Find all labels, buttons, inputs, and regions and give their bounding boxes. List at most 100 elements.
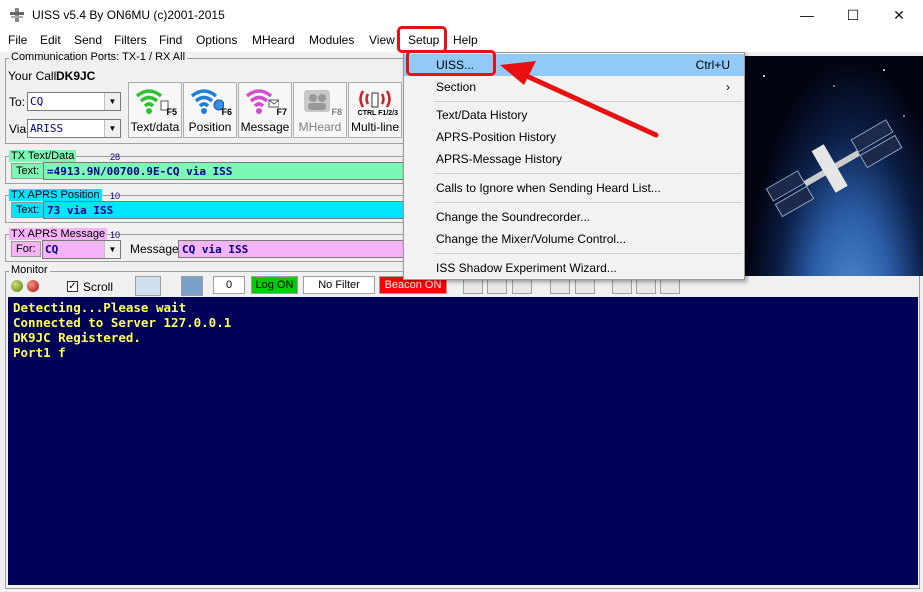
- minimize-button[interactable]: —: [784, 0, 830, 30]
- via-combo[interactable]: ARISS ▼: [27, 119, 121, 138]
- monitor-counter: 0: [213, 276, 245, 294]
- menu-separator: [434, 173, 742, 174]
- f6-key-label: F6: [221, 107, 232, 117]
- antenna-icon: [359, 90, 391, 108]
- message-button-label: Message: [240, 120, 290, 134]
- red-arrow-icon: [500, 61, 659, 138]
- to-label: To:: [9, 95, 26, 109]
- grid-icon[interactable]: [550, 278, 570, 294]
- window-title: UISS v5.4 By ON6MU (c)2001-2015: [32, 8, 225, 22]
- menu-find[interactable]: Find: [159, 33, 182, 47]
- console-line: Port1 f: [13, 345, 66, 360]
- menu-filters[interactable]: Filters: [114, 33, 147, 47]
- scroll-label: Scroll: [83, 280, 114, 294]
- menu-item-change-mixer[interactable]: Change the Mixer/Volume Control...: [404, 228, 744, 250]
- print-icon[interactable]: [660, 278, 680, 294]
- menu-edit[interactable]: Edit: [40, 33, 61, 47]
- tx-message-for-label: For:: [11, 241, 41, 257]
- panel-icon[interactable]: [575, 278, 595, 294]
- multiline-button[interactable]: CTRL F1/2/3 Multi-line: [348, 82, 402, 138]
- tx-position-label: TX APRS Position: [9, 189, 102, 201]
- save-icon[interactable]: [636, 278, 656, 294]
- no-filter-button[interactable]: No Filter: [303, 276, 375, 294]
- menu-bar: File Edit Send Filters Find Options MHea…: [0, 30, 923, 52]
- menu-help[interactable]: Help: [453, 33, 478, 47]
- menu-item-aprs-message-history[interactable]: APRS-Message History: [404, 148, 744, 170]
- menu-item-section-label: Section: [436, 80, 477, 94]
- setup-highlight-box: [397, 26, 447, 53]
- menu-modules[interactable]: Modules: [309, 33, 354, 47]
- menu-view[interactable]: View: [369, 33, 395, 47]
- tx-text-input[interactable]: =4913.9N/00700.9E-CQ via ISS: [43, 162, 405, 180]
- menu-send[interactable]: Send: [74, 33, 102, 47]
- multiline-button-label: Multi-line: [350, 120, 399, 134]
- tx-message-message-label: Message:: [130, 242, 183, 256]
- document-icon[interactable]: [512, 278, 532, 294]
- send-message-button[interactable]: F7 Message: [238, 82, 292, 138]
- console-line: Connected to Server 127.0.0.1: [13, 315, 232, 330]
- tx-position-input[interactable]: 73 via ISS: [43, 201, 405, 219]
- people-icon: [304, 90, 330, 112]
- menu-item-iss-shadow-wizard[interactable]: ISS Shadow Experiment Wizard...: [404, 257, 744, 279]
- tx-message-input[interactable]: CQ via ISS: [178, 240, 405, 258]
- f5-key-label: F5: [166, 107, 177, 117]
- scroll-checkbox[interactable]: ✓: [67, 281, 78, 292]
- menu-item-label: Calls to Ignore when Sending Heard List.…: [436, 181, 661, 195]
- your-call-label: Your Call:: [8, 69, 60, 83]
- f7-key-label: F7: [276, 107, 287, 117]
- menu-item-label: Change the Mixer/Volume Control...: [436, 232, 627, 246]
- close-button[interactable]: ✕: [876, 0, 922, 30]
- menu-item-calls-to-ignore[interactable]: Calls to Ignore when Sending Heard List.…: [404, 177, 744, 199]
- menu-options[interactable]: Options: [196, 33, 237, 47]
- space-station-icon: [763, 69, 905, 218]
- mheard-button-label: MHeard: [298, 120, 342, 134]
- menu-item-label: APRS-Message History: [436, 152, 563, 166]
- f8-key-label: F8: [331, 107, 342, 117]
- status-led-red-icon: [27, 280, 39, 292]
- binoculars-icon[interactable]: [463, 278, 483, 294]
- tx-position-field-label: Text:: [11, 202, 45, 218]
- list-icon[interactable]: [487, 278, 507, 294]
- maximize-button[interactable]: ☐: [830, 0, 876, 30]
- tx-text-field-label: Text:: [11, 163, 45, 179]
- wifi-text-icon: [135, 89, 169, 114]
- chevron-down-icon[interactable]: ▼: [104, 120, 120, 137]
- image-icon[interactable]: [181, 276, 203, 296]
- via-combo-value: ARISS: [30, 122, 64, 135]
- log-on-button[interactable]: Log ON: [251, 276, 298, 294]
- chevron-down-icon[interactable]: ▼: [104, 241, 120, 258]
- menu-item-change-soundrecorder[interactable]: Change the Soundrecorder...: [404, 206, 744, 228]
- wifi-mail-icon: [245, 89, 279, 114]
- chevron-down-icon[interactable]: ▼: [104, 93, 120, 110]
- menu-item-label: Change the Soundrecorder...: [436, 210, 591, 224]
- send-textdata-button[interactable]: F5 Text/data: [128, 82, 182, 138]
- tx-message-count: 10: [110, 230, 121, 240]
- uiss-app-icon: [10, 8, 24, 22]
- tx-text-label: TX Text/Data: [9, 150, 77, 162]
- menu-mheard[interactable]: MHeard: [252, 33, 295, 47]
- position-button-label: Position: [188, 120, 232, 134]
- wifi-globe-icon: [190, 89, 224, 114]
- tx-message-for-combo[interactable]: CQ ▼: [42, 240, 121, 259]
- chevron-right-icon: ›: [726, 80, 730, 94]
- console-line: Detecting...Please wait: [13, 300, 187, 315]
- textdata-button-label: Text/data: [130, 120, 180, 134]
- ctrl-key-label: CTRL F1/2/3: [357, 110, 398, 117]
- folder-icon[interactable]: [612, 278, 632, 294]
- monitor-console[interactable]: Detecting...Please wait Connected to Ser…: [8, 297, 918, 585]
- uiss-highlight-box: [406, 50, 496, 76]
- to-combo[interactable]: CQ ▼: [27, 92, 121, 111]
- tx-message-for-value: CQ: [45, 243, 59, 256]
- communication-frame-label: Communication Ports: TX-1 / RX All: [9, 51, 188, 63]
- menu-item-label: ISS Shadow Experiment Wizard...: [436, 261, 617, 275]
- status-led-green-icon: [11, 280, 23, 292]
- tx-text-count: 28: [110, 152, 121, 162]
- menu-file[interactable]: File: [8, 33, 27, 47]
- menu-separator: [434, 202, 742, 203]
- mheard-button[interactable]: F8 MHeard: [293, 82, 347, 138]
- monitor-label: Monitor: [9, 264, 50, 276]
- computer-icon[interactable]: [135, 276, 161, 296]
- tx-position-count: 10: [110, 191, 121, 201]
- send-position-button[interactable]: F6 Position: [183, 82, 237, 138]
- menu-item-uiss-shortcut: Ctrl+U: [695, 58, 730, 72]
